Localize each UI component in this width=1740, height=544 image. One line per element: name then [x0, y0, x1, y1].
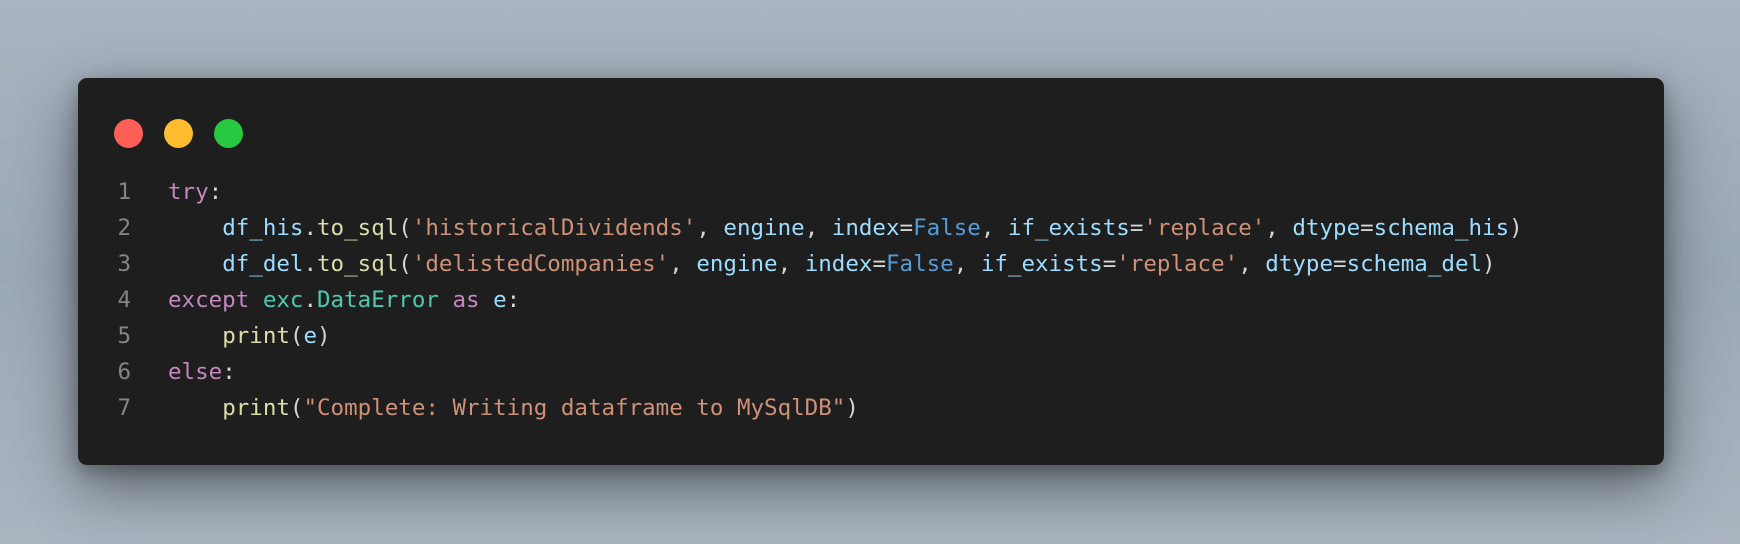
code-token: =	[899, 215, 914, 241]
code-token: .	[303, 215, 318, 241]
code-block: 1 try: 2 df_his.to_sql('historicalDividend…	[78, 174, 1664, 426]
code-token: else	[168, 359, 223, 385]
code-token: df_del	[222, 251, 304, 277]
code-token: False	[913, 215, 981, 241]
code-token: ,	[696, 215, 724, 241]
code-line: 2 df_his.to_sql('historicalDividends', e…	[78, 210, 1664, 246]
code-token: dtype	[1265, 251, 1334, 277]
code-text: try:	[168, 174, 222, 210]
code-line: 5 print(e)	[78, 318, 1664, 354]
code-token: ,	[1265, 215, 1293, 241]
code-token: :	[208, 179, 223, 205]
code-line: 3 df_del.to_sql('delistedCompanies', eng…	[78, 246, 1664, 282]
code-token: (	[398, 215, 412, 241]
close-button[interactable]	[114, 119, 143, 148]
code-text: print("Complete: Writing dataframe to My…	[168, 390, 859, 426]
code-token: to_sql	[317, 251, 399, 277]
code-token: if_exists	[980, 251, 1103, 277]
code-token: 'replace'	[1116, 251, 1239, 277]
code-token: =	[872, 251, 886, 277]
code-token: exc	[262, 287, 304, 313]
code-token: if_exists	[1007, 215, 1130, 241]
code-token: (	[289, 323, 304, 349]
code-token: e	[493, 287, 507, 313]
code-token: =	[1333, 251, 1347, 277]
line-number: 6	[117, 359, 131, 385]
window-controls	[114, 119, 264, 148]
code-token: to_sql	[317, 215, 399, 241]
code-line: 4 except exc.DataError as e:	[78, 282, 1664, 318]
code-token: df_his	[222, 215, 304, 241]
code-text: except exc.DataError as e:	[168, 282, 520, 318]
code-token: ,	[777, 251, 805, 277]
line-number: 7	[117, 395, 131, 421]
line-number: 5	[117, 323, 131, 349]
line-number: 3	[117, 251, 131, 277]
code-token: index	[831, 215, 900, 241]
code-token: )	[1482, 251, 1496, 277]
code-token: print	[222, 323, 290, 349]
code-token: ,	[953, 251, 981, 277]
code-token: dtype	[1292, 215, 1361, 241]
code-token: :	[222, 359, 236, 385]
code-token: as	[452, 287, 480, 313]
code-token: except	[168, 287, 250, 313]
code-token: engine	[723, 215, 805, 241]
code-token: )	[1509, 215, 1523, 241]
code-token: =	[1129, 215, 1144, 241]
minimize-button[interactable]	[164, 119, 193, 148]
code-token: "Complete: Writing dataframe to MySqlDB"	[303, 395, 846, 421]
code-window: 1 try: 2 df_his.to_sql('historicalDividend…	[78, 78, 1664, 465]
code-token: .	[303, 287, 318, 313]
code-token: index	[804, 251, 873, 277]
code-token: False	[885, 251, 954, 277]
code-token: schema_del	[1346, 251, 1483, 277]
code-text: print(e)	[168, 318, 331, 354]
code-text: df_his.to_sql('historicalDividends', eng…	[168, 210, 1523, 246]
code-text: df_del.to_sql('delistedCompanies', engin…	[168, 246, 1496, 282]
code-token: ,	[1238, 251, 1266, 277]
code-token: schema_his	[1373, 215, 1510, 241]
code-token: 'replace'	[1143, 215, 1266, 241]
code-token: ,	[980, 215, 1008, 241]
code-token: )	[317, 323, 331, 349]
code-line: 7 print("Complete: Writing dataframe to …	[78, 390, 1664, 426]
code-token: ,	[669, 251, 697, 277]
code-line: 6 else:	[78, 354, 1664, 390]
code-token: 'delistedCompanies'	[411, 251, 670, 277]
code-token: .	[303, 251, 318, 277]
code-token: (	[289, 395, 304, 421]
line-number: 4	[117, 287, 131, 313]
code-token: e	[303, 323, 318, 349]
code-token: try	[168, 179, 209, 205]
code-token: =	[1102, 251, 1117, 277]
code-token: 'historicalDividends'	[411, 215, 697, 241]
code-token: :	[506, 287, 521, 313]
code-token: )	[845, 395, 859, 421]
line-number: 2	[117, 215, 131, 241]
maximize-button[interactable]	[214, 119, 243, 148]
code-token: ,	[804, 215, 832, 241]
code-token: (	[398, 251, 412, 277]
code-token: engine	[696, 251, 778, 277]
line-number: 1	[117, 179, 131, 205]
code-token: print	[222, 395, 290, 421]
code-line: 1 try:	[78, 174, 1664, 210]
code-text: else:	[168, 354, 236, 390]
code-token: DataError	[317, 287, 439, 313]
code-token: =	[1360, 215, 1374, 241]
